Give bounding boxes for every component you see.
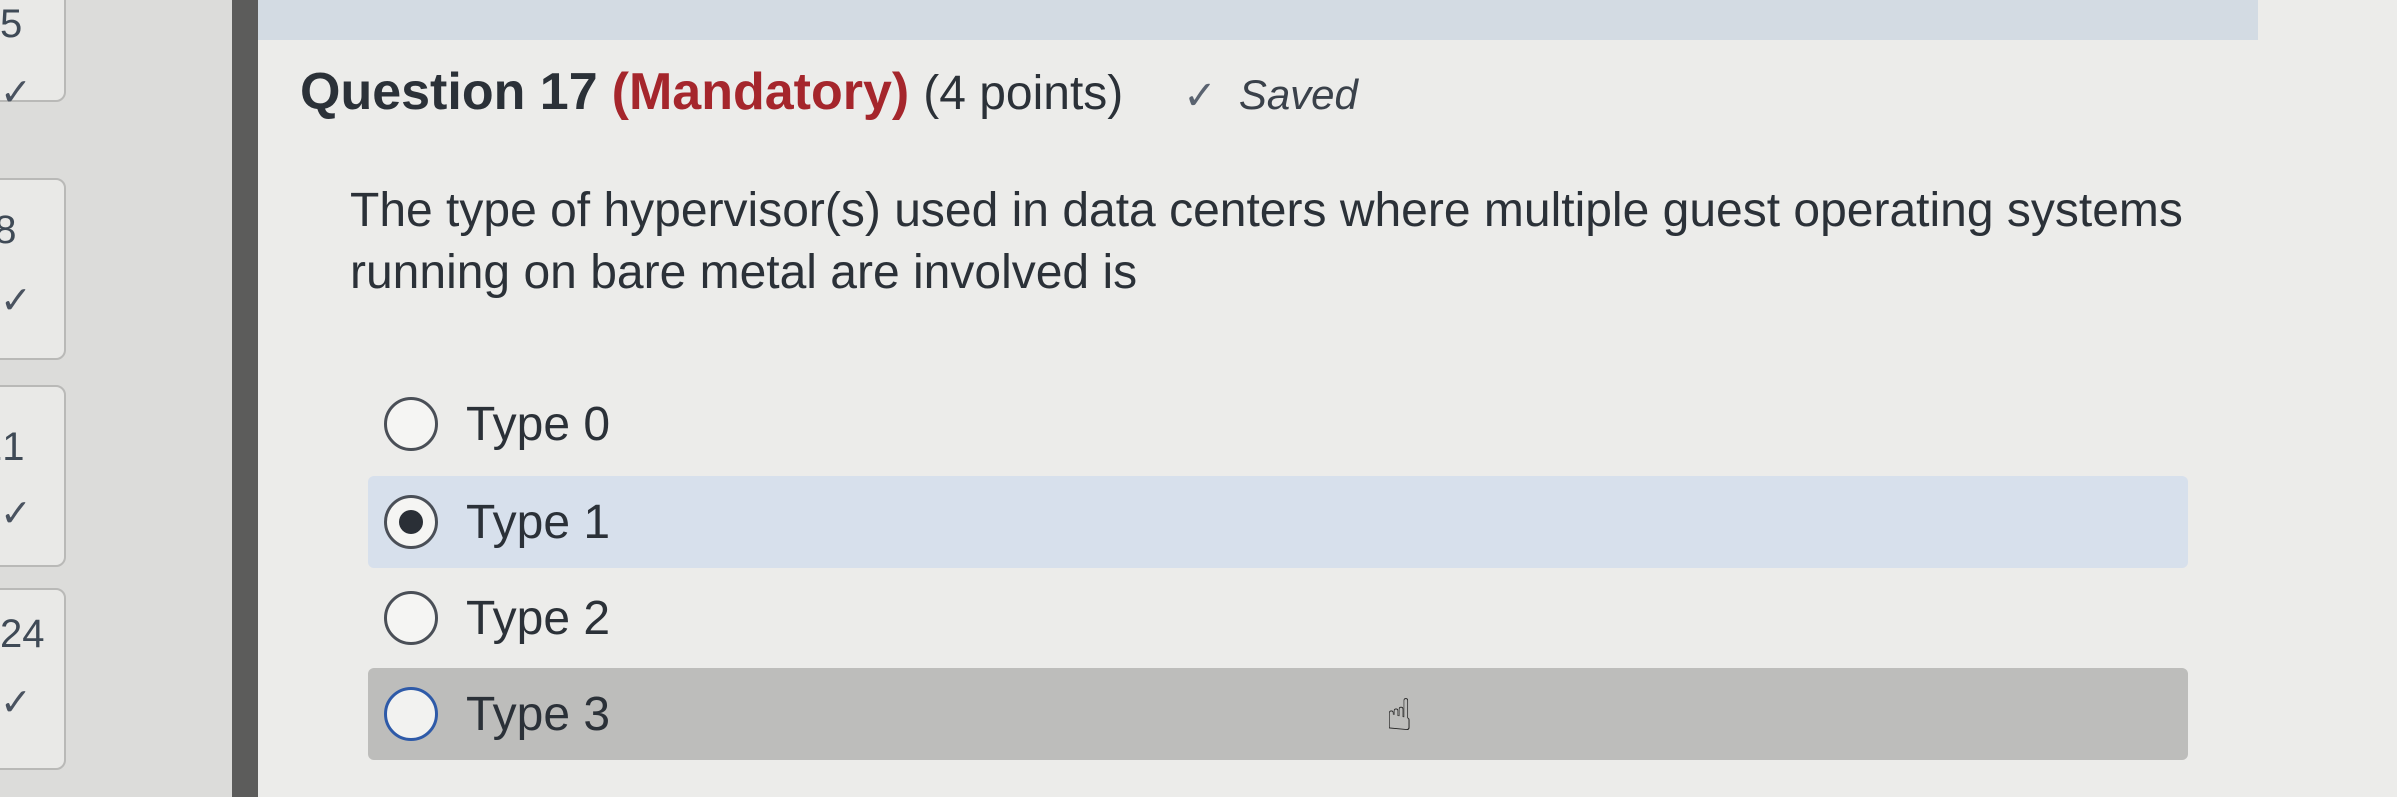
radio-button-selected[interactable] bbox=[384, 495, 438, 549]
radio-button[interactable] bbox=[384, 591, 438, 645]
saved-status: Saved bbox=[1238, 71, 1358, 118]
nav-question-number: 18 bbox=[0, 208, 17, 252]
points-label: (4 points) bbox=[923, 67, 1124, 120]
answer-option[interactable]: Type 2 bbox=[368, 572, 1968, 664]
nav-question-tile[interactable]: 5 ✓ bbox=[0, 0, 66, 114]
answered-check-icon: ✓ bbox=[0, 280, 32, 322]
question-header: Question 17 (Mandatory) (4 points) ✓ Sav… bbox=[300, 62, 1358, 122]
question-panel: Question 17 (Mandatory) (4 points) ✓ Sav… bbox=[258, 0, 2397, 797]
answered-check-icon: ✓ bbox=[0, 493, 32, 535]
top-banner bbox=[258, 0, 2258, 40]
nav-question-tile[interactable]: 21 ✓ bbox=[0, 385, 66, 567]
option-label: Type 2 bbox=[466, 591, 611, 645]
answer-option-selected[interactable]: Type 1 bbox=[368, 476, 2188, 568]
answer-option-hovered[interactable]: Type 3 bbox=[368, 668, 2188, 760]
question-title: Question 17 bbox=[300, 63, 598, 121]
radio-button[interactable] bbox=[384, 397, 438, 451]
nav-question-number: 21 bbox=[0, 425, 25, 469]
question-navigator: 5 ✓ 18 ✓ 21 ✓ 24 ✓ bbox=[0, 0, 232, 797]
nav-question-tile[interactable]: 24 ✓ bbox=[0, 588, 66, 770]
radio-button[interactable] bbox=[384, 687, 438, 741]
option-label: Type 1 bbox=[466, 495, 611, 549]
option-label: Type 0 bbox=[466, 397, 611, 451]
nav-question-number: 5 bbox=[0, 2, 23, 46]
question-text: The type of hypervisor(s) used in data c… bbox=[350, 184, 2183, 299]
option-label: Type 3 bbox=[466, 687, 611, 741]
hand-pointer-icon: ☝ bbox=[1386, 691, 1413, 740]
quiz-page: 5 ✓ 18 ✓ 21 ✓ 24 ✓ Question 17 (Mandator… bbox=[0, 0, 2397, 797]
nav-question-number: 24 bbox=[0, 612, 45, 656]
answer-option[interactable]: Type 0 bbox=[368, 378, 1968, 470]
answered-check-icon: ✓ bbox=[0, 682, 32, 724]
answered-check-icon: ✓ bbox=[0, 72, 32, 114]
panel-divider bbox=[232, 0, 258, 797]
nav-question-tile[interactable]: 18 ✓ bbox=[0, 178, 66, 360]
mandatory-label: (Mandatory) bbox=[611, 63, 910, 121]
radio-dot-icon bbox=[399, 510, 423, 534]
check-icon: ✓ bbox=[1183, 74, 1217, 118]
